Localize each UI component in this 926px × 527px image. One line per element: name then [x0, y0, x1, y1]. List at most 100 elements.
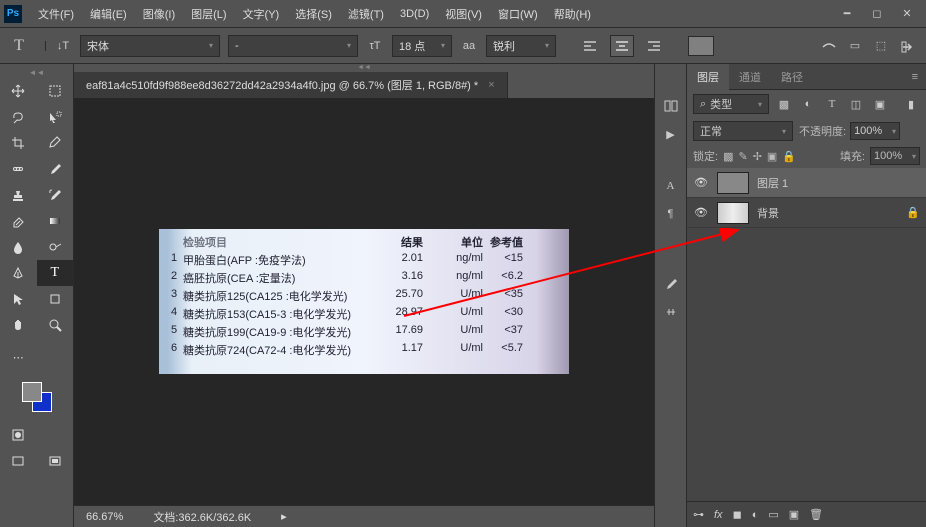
text-color-swatch[interactable]: [688, 36, 714, 56]
status-zoom[interactable]: 66.67%: [86, 511, 123, 523]
close-button[interactable]: ✕: [892, 4, 922, 24]
new-layer-icon[interactable]: ▣: [789, 508, 799, 521]
layer-row-background[interactable]: 👁 背景 🔒: [687, 198, 926, 228]
align-left-button[interactable]: [578, 35, 602, 57]
filter-pixel-icon[interactable]: ▩: [775, 96, 793, 112]
menu-3d[interactable]: 3D(D): [392, 4, 437, 24]
filter-adjust-icon[interactable]: ◐: [799, 96, 817, 112]
orientation-icon[interactable]: ↓T: [54, 37, 72, 55]
menu-window[interactable]: 窗口(W): [490, 2, 546, 26]
marquee-tool[interactable]: [37, 78, 74, 104]
visibility-icon[interactable]: 👁: [693, 206, 709, 219]
tab-channels[interactable]: 通道: [729, 64, 771, 90]
menu-layer[interactable]: 图层(L): [183, 2, 234, 26]
warp-text-icon[interactable]: [820, 37, 838, 55]
status-docsize[interactable]: 文档:362.6K/362.6K: [153, 509, 251, 525]
menu-filter[interactable]: 滤镜(T): [340, 2, 392, 26]
foreground-color[interactable]: [22, 382, 42, 402]
lock-all-icon[interactable]: 🔒: [782, 150, 796, 163]
hand-tool[interactable]: [0, 312, 37, 338]
screenmode2-icon[interactable]: [37, 448, 74, 474]
delete-layer-icon[interactable]: 🗑: [809, 508, 823, 521]
align-right-button[interactable]: [642, 35, 666, 57]
brush-tool[interactable]: [37, 156, 74, 182]
canvas[interactable]: 检验项目 结果 单位 参考值 1甲胎蛋白(AFP :免疫学法)2.01ng/ml…: [74, 98, 654, 505]
fill-input[interactable]: 100%▾: [870, 147, 920, 165]
quickmask-icon[interactable]: [0, 422, 37, 448]
filter-toggle-icon[interactable]: ▮: [902, 96, 920, 112]
zoom-tool[interactable]: [37, 312, 74, 338]
menu-image[interactable]: 图像(I): [135, 2, 183, 26]
3d-icon[interactable]: ⬚: [872, 37, 890, 55]
font-size-dropdown[interactable]: 18 点▾: [392, 35, 452, 57]
menu-file[interactable]: 文件(F): [30, 2, 82, 26]
filter-smart-icon[interactable]: ▣: [871, 96, 889, 112]
layer-thumbnail[interactable]: [717, 202, 749, 224]
brush-settings-icon[interactable]: [661, 304, 681, 320]
shape-tool[interactable]: [37, 286, 74, 312]
layer-name[interactable]: 图层 1: [757, 175, 788, 191]
lock-position-icon[interactable]: ✢: [753, 150, 762, 163]
pen-tool[interactable]: [0, 260, 37, 286]
layer-name[interactable]: 背景: [757, 205, 779, 221]
text-tool-icon[interactable]: T: [10, 37, 28, 55]
healing-tool[interactable]: [0, 156, 37, 182]
lock-artboard-icon[interactable]: ▣: [767, 150, 777, 163]
lock-paint-icon[interactable]: ✎: [738, 150, 747, 163]
font-style-dropdown[interactable]: -▾: [228, 35, 358, 57]
move-tool[interactable]: [0, 78, 37, 104]
lock-transparent-icon[interactable]: ▩: [723, 150, 733, 163]
char-panel-icon[interactable]: A: [661, 178, 681, 194]
document-tab[interactable]: eaf81a4c510fd9f988ee8d36272dd42a2934a4f0…: [74, 72, 508, 98]
antialias-dropdown[interactable]: 锐利▾: [486, 35, 556, 57]
share-icon[interactable]: [898, 37, 916, 55]
more-tools[interactable]: ⋯: [0, 344, 37, 370]
actions-panel-icon[interactable]: ▶: [661, 126, 681, 142]
panel-menu-icon[interactable]: ≡: [904, 71, 926, 83]
link-layers-icon[interactable]: ⊶: [693, 508, 704, 521]
layer-thumbnail[interactable]: [717, 172, 749, 194]
menu-view[interactable]: 视图(V): [437, 2, 490, 26]
eyedropper-tool[interactable]: [37, 130, 74, 156]
color-swatches[interactable]: [22, 382, 52, 412]
para-panel-icon[interactable]: ¶: [661, 206, 681, 222]
layer-row-1[interactable]: 👁 图层 1: [687, 168, 926, 198]
history-brush-tool[interactable]: [37, 182, 74, 208]
gradient-tool[interactable]: [37, 208, 74, 234]
menu-help[interactable]: 帮助(H): [546, 2, 599, 26]
stamp-tool[interactable]: [0, 182, 37, 208]
tab-paths[interactable]: 路径: [771, 64, 813, 90]
adjustment-icon[interactable]: ◐: [752, 509, 759, 521]
crop-tool[interactable]: [0, 130, 37, 156]
screenmode-icon[interactable]: [0, 448, 37, 474]
font-family-dropdown[interactable]: 宋体▾: [80, 35, 220, 57]
maximize-button[interactable]: ◻: [862, 4, 892, 24]
lasso-tool[interactable]: [0, 104, 37, 130]
group-icon[interactable]: ▭: [768, 508, 778, 521]
text-tool[interactable]: T: [37, 260, 74, 286]
font-style-value: -: [235, 40, 239, 52]
filter-text-icon[interactable]: T: [823, 96, 841, 112]
layer-filter-dropdown[interactable]: ⌕ 类型▾: [693, 94, 769, 114]
blend-mode-dropdown[interactable]: 正常▾: [693, 121, 793, 141]
dodge-tool[interactable]: [37, 234, 74, 260]
menu-edit[interactable]: 编辑(E): [82, 2, 135, 26]
filter-shape-icon[interactable]: ◫: [847, 96, 865, 112]
align-center-button[interactable]: [610, 35, 634, 57]
opacity-input[interactable]: 100%▾: [850, 122, 900, 140]
history-panel-icon[interactable]: [661, 98, 681, 114]
path-select-tool[interactable]: [0, 286, 37, 312]
character-panel-icon[interactable]: ▭: [846, 37, 864, 55]
brush-panel-icon[interactable]: [661, 276, 681, 292]
layer-mask-icon[interactable]: ◼: [733, 508, 742, 521]
close-tab-icon[interactable]: ×: [488, 79, 494, 91]
visibility-icon[interactable]: 👁: [693, 176, 709, 189]
fx-icon[interactable]: fx: [714, 509, 723, 521]
menu-select[interactable]: 选择(S): [287, 2, 340, 26]
minimize-button[interactable]: ━: [832, 4, 862, 24]
quick-select-tool[interactable]: [37, 104, 74, 130]
blur-tool[interactable]: [0, 234, 37, 260]
tab-layers[interactable]: 图层: [687, 64, 729, 90]
menu-text[interactable]: 文字(Y): [235, 2, 288, 26]
eraser-tool[interactable]: [0, 208, 37, 234]
